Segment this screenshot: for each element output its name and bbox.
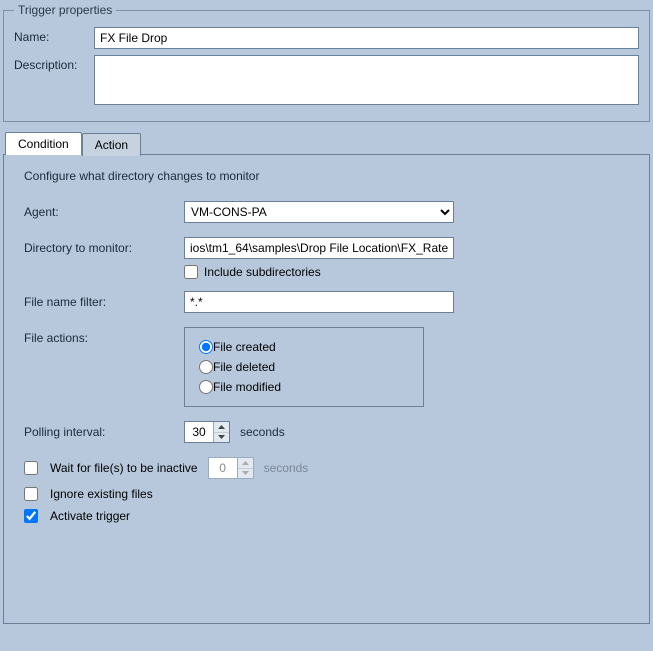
file-modified-radio[interactable]	[199, 380, 213, 394]
wait-spin-down	[238, 469, 253, 479]
file-actions-group: File created File deleted File modified	[184, 327, 424, 407]
polling-label: Polling interval:	[24, 425, 184, 439]
name-input[interactable]	[94, 27, 639, 49]
directory-input[interactable]	[184, 237, 454, 259]
wait-input	[209, 458, 237, 478]
wait-unit: seconds	[264, 461, 309, 475]
wait-inactive-label: Wait for file(s) to be inactive	[50, 461, 198, 475]
include-subdirs-checkbox[interactable]	[184, 265, 198, 279]
file-deleted-radio[interactable]	[199, 360, 213, 374]
polling-input[interactable]	[185, 422, 213, 442]
tab-action[interactable]: Action	[82, 133, 141, 156]
file-modified-label: File modified	[213, 380, 281, 394]
description-input[interactable]	[94, 55, 639, 105]
ignore-existing-label: Ignore existing files	[50, 487, 153, 501]
wait-inactive-checkbox[interactable]	[24, 461, 38, 475]
description-label: Description:	[14, 55, 94, 72]
condition-panel: Configure what directory changes to moni…	[3, 154, 650, 624]
wait-spinner	[208, 457, 254, 479]
include-subdirs-row: Include subdirectories	[184, 265, 629, 279]
file-deleted-label: File deleted	[213, 360, 275, 374]
wait-spin-up	[238, 458, 253, 469]
file-created-radio[interactable]	[199, 340, 213, 354]
agent-label: Agent:	[24, 205, 184, 219]
polling-row: Polling interval: seconds	[24, 421, 629, 443]
filter-row: File name filter:	[24, 291, 629, 313]
condition-heading: Configure what directory changes to moni…	[24, 169, 629, 183]
tabs-container: Condition Action Configure what director…	[3, 130, 650, 624]
ignore-existing-row: Ignore existing files	[24, 487, 629, 501]
polling-spin-buttons	[213, 422, 229, 442]
filter-input[interactable]	[184, 291, 454, 313]
name-row: Name:	[14, 27, 639, 49]
trigger-properties-group: Trigger properties Name: Description:	[3, 3, 650, 122]
activate-trigger-checkbox[interactable]	[24, 509, 38, 523]
polling-spin-down[interactable]	[214, 433, 229, 443]
polling-unit: seconds	[240, 425, 285, 439]
directory-label: Directory to monitor:	[24, 241, 184, 255]
file-deleted-row: File deleted	[199, 360, 409, 374]
agent-row: Agent: VM-CONS-PA	[24, 201, 629, 223]
description-row: Description:	[14, 55, 639, 105]
tab-condition[interactable]: Condition	[5, 132, 82, 155]
filter-label: File name filter:	[24, 295, 184, 309]
file-modified-row: File modified	[199, 380, 409, 394]
activate-trigger-label: Activate trigger	[50, 509, 130, 523]
agent-select[interactable]: VM-CONS-PA	[184, 201, 454, 223]
include-subdirs-label: Include subdirectories	[204, 265, 321, 279]
trigger-properties-legend: Trigger properties	[14, 3, 116, 17]
tab-bar: Condition Action	[3, 130, 650, 154]
name-label: Name:	[14, 27, 94, 44]
polling-spin-up[interactable]	[214, 422, 229, 433]
file-created-row: File created	[199, 340, 409, 354]
file-created-label: File created	[213, 340, 276, 354]
wait-inactive-row: Wait for file(s) to be inactive seconds	[24, 457, 629, 479]
polling-spinner	[184, 421, 230, 443]
file-actions-label: File actions:	[24, 327, 184, 345]
activate-trigger-row: Activate trigger	[24, 509, 629, 523]
file-actions-row: File actions: File created File deleted …	[24, 327, 629, 407]
ignore-existing-checkbox[interactable]	[24, 487, 38, 501]
wait-spin-buttons	[237, 458, 253, 478]
directory-row: Directory to monitor:	[24, 237, 629, 259]
